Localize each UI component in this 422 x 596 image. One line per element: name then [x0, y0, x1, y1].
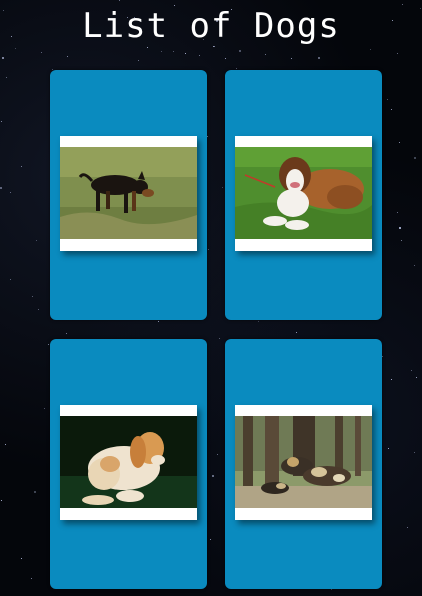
star — [147, 47, 148, 48]
star — [399, 142, 400, 143]
star — [382, 356, 383, 357]
star — [199, 55, 200, 56]
star — [331, 589, 332, 590]
star — [44, 408, 45, 409]
star — [21, 558, 22, 559]
star — [414, 157, 416, 159]
star — [296, 332, 297, 333]
star — [414, 265, 415, 266]
star — [370, 49, 371, 50]
star — [391, 379, 392, 380]
star — [34, 491, 36, 493]
star — [15, 48, 16, 49]
dog-photo-frame — [60, 405, 197, 520]
star — [2, 57, 4, 59]
star — [67, 56, 68, 57]
dog-card[interactable] — [50, 339, 207, 589]
dog-card[interactable] — [225, 339, 382, 589]
dog-photo-frame — [235, 405, 372, 520]
dog-card[interactable] — [225, 70, 382, 320]
star — [411, 370, 412, 371]
star — [387, 99, 388, 100]
star — [391, 109, 392, 110]
page-title: List of Dogs — [82, 6, 340, 46]
dog-photo-frame — [235, 136, 372, 251]
star — [41, 52, 42, 53]
star — [66, 333, 67, 334]
dog-photo[interactable] — [235, 147, 372, 239]
star — [48, 344, 49, 345]
star — [173, 51, 174, 52]
star — [6, 77, 7, 78]
star — [402, 4, 403, 5]
star — [416, 377, 417, 378]
dog-photo[interactable] — [60, 416, 197, 508]
star — [219, 338, 220, 339]
star — [10, 279, 11, 280]
dog-card[interactable] — [50, 70, 207, 320]
star — [1, 500, 2, 501]
star — [239, 50, 241, 52]
star — [397, 212, 398, 213]
star — [31, 578, 32, 579]
star — [10, 192, 11, 193]
star — [138, 60, 139, 61]
star — [36, 240, 37, 241]
star — [265, 54, 266, 55]
star — [414, 452, 415, 453]
star — [0, 187, 2, 189]
star — [210, 539, 211, 540]
star — [217, 454, 218, 455]
star — [397, 53, 398, 54]
star — [407, 527, 408, 528]
dog-photo[interactable] — [235, 416, 372, 508]
star — [291, 58, 292, 59]
star — [207, 136, 208, 137]
star — [222, 187, 223, 188]
star — [185, 53, 186, 54]
dog-photo-frame — [60, 136, 197, 251]
star — [318, 57, 320, 59]
star — [401, 240, 402, 241]
star — [21, 166, 22, 167]
star — [399, 227, 401, 229]
star — [214, 46, 215, 47]
star — [212, 475, 214, 477]
star — [388, 448, 389, 449]
star — [161, 51, 162, 52]
star — [38, 309, 39, 310]
dog-photo[interactable] — [60, 147, 197, 239]
star — [119, 0, 120, 1]
star — [236, 68, 237, 69]
star — [1, 121, 2, 122]
star — [258, 321, 259, 322]
star — [158, 321, 159, 322]
star — [208, 249, 209, 250]
star — [32, 296, 33, 297]
star — [225, 58, 226, 59]
star — [5, 444, 6, 445]
